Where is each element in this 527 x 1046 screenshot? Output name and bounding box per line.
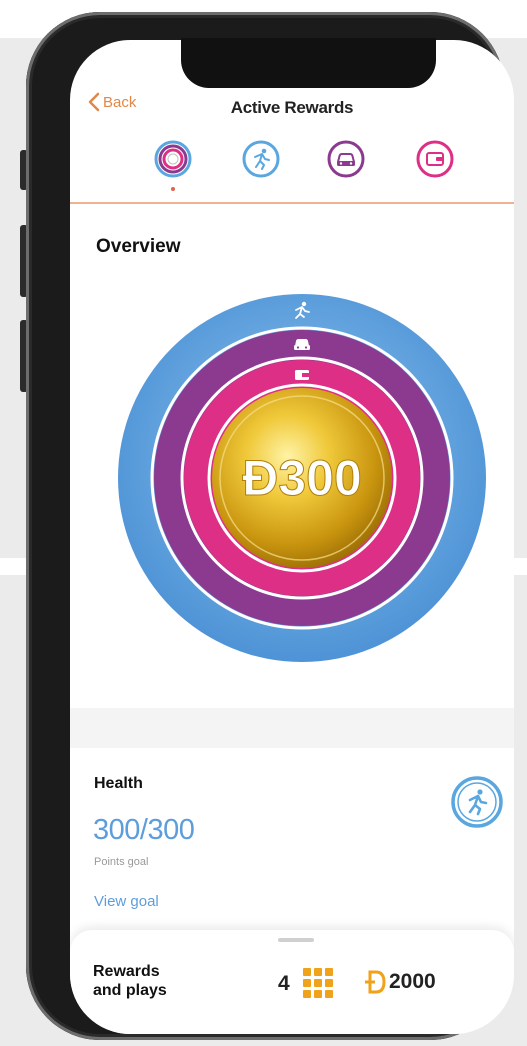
- coins-balance: 2000: [363, 968, 436, 996]
- view-goal-link[interactable]: View goal: [94, 893, 159, 910]
- health-label: Health: [94, 775, 143, 792]
- points-goal-caption: Points goal: [94, 856, 149, 868]
- rewards-and-plays-label: Rewards and plays: [93, 963, 167, 999]
- rewards-sheet[interactable]: Rewards and plays 4 2000: [70, 930, 514, 1034]
- page-title: Active Rewards: [230, 98, 354, 117]
- rewards-rings: Ð300: [118, 294, 486, 662]
- tab-driving[interactable]: [327, 140, 365, 178]
- car-icon: [327, 140, 365, 178]
- active-tab-indicator: [171, 187, 175, 191]
- coin-value: Ð300: [242, 450, 362, 506]
- phone-frame: Back Active Rewards Overview Ð300 Health…: [26, 12, 514, 1040]
- phone-notch: [181, 38, 436, 88]
- tab-overview[interactable]: [154, 140, 192, 178]
- app-screen: Back Active Rewards Overview Ð300 Health…: [70, 40, 514, 1034]
- overview-heading: Overview: [96, 236, 181, 257]
- tab-underline: [70, 202, 514, 204]
- wallet-icon: [295, 370, 309, 380]
- car-icon: [294, 339, 310, 350]
- coins-amount: 2000: [389, 970, 436, 993]
- tab-rewards[interactable]: [416, 140, 454, 178]
- dollar-coin-icon: [365, 970, 386, 994]
- grid-icon: [303, 968, 333, 998]
- running-icon: [451, 776, 503, 828]
- health-score: 300/300: [93, 814, 195, 846]
- plays-count: 4: [278, 972, 290, 995]
- section-separator: [70, 708, 514, 748]
- running-icon: [242, 140, 280, 178]
- tab-health[interactable]: [242, 140, 280, 178]
- wallet-icon: [416, 140, 454, 178]
- rings-icon: [154, 140, 192, 178]
- sheet-handle[interactable]: [278, 938, 314, 942]
